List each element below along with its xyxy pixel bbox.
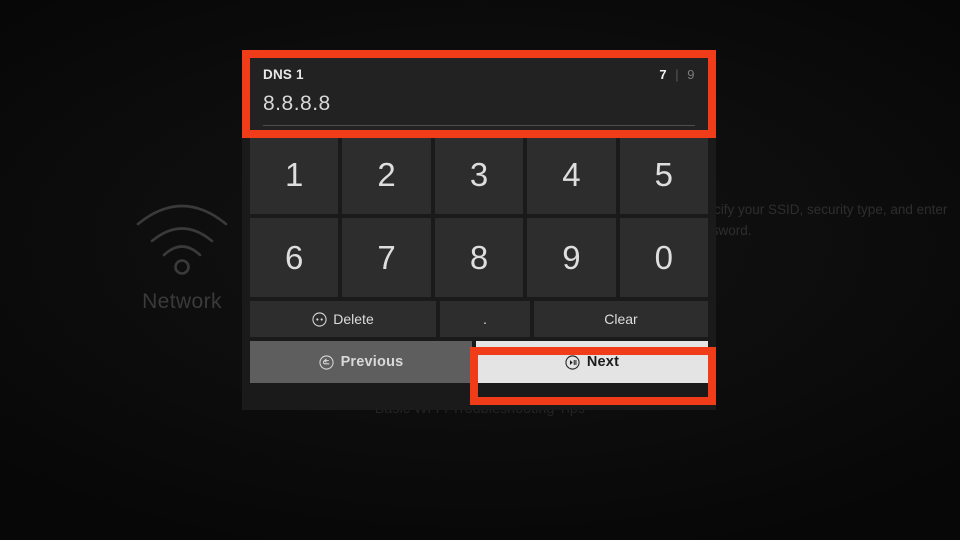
key-6[interactable]: 6 — [250, 218, 339, 297]
network-background-block: Network — [108, 196, 256, 314]
dns-input-value[interactable]: 8.8.8.8 — [263, 92, 695, 121]
field-underline — [263, 125, 695, 126]
delete-button[interactable]: Delete — [250, 301, 436, 337]
delete-label: Delete — [333, 311, 374, 327]
dns-input-field-wrapper: DNS 1 7 | 9 8.8.8.8 — [250, 58, 708, 130]
circle-back-arrow-icon — [318, 354, 334, 370]
field-label: DNS 1 — [263, 67, 304, 82]
step-separator: | — [675, 67, 680, 82]
key-3[interactable]: 3 — [434, 135, 524, 214]
dns-keypad-dialog: DNS 1 7 | 9 8.8.8.8 1 2 3 4 5 6 7 8 9 0 … — [242, 50, 716, 410]
dns-input-field[interactable]: DNS 1 7 | 9 8.8.8.8 — [250, 58, 708, 130]
key-7[interactable]: 7 — [342, 218, 431, 297]
key-2[interactable]: 2 — [342, 135, 431, 214]
background-description: Specify your SSID, security type, and en… — [690, 202, 948, 238]
field-header: DNS 1 7 | 9 — [263, 67, 695, 87]
key-9[interactable]: 9 — [527, 218, 616, 297]
wifi-icon — [136, 204, 228, 275]
circle-play-pause-icon — [565, 354, 580, 370]
keypad-row-2: 6 7 8 9 0 — [250, 218, 709, 297]
tv-network-setup-screen: Network Specify your SSID, security type… — [0, 0, 960, 540]
dot-key[interactable]: . — [440, 301, 530, 337]
circle-dots-icon — [312, 311, 327, 327]
step-total: 9 — [687, 67, 695, 82]
key-4[interactable]: 4 — [527, 135, 616, 214]
previous-label: Previous — [340, 354, 404, 370]
key-1[interactable]: 1 — [250, 135, 339, 214]
step-current: 7 — [659, 67, 668, 82]
clear-button[interactable]: Clear — [534, 301, 708, 337]
dialog-nav-row: Previous Next — [250, 341, 708, 383]
next-button[interactable]: Next — [476, 341, 708, 383]
keypad-row-1: 1 2 3 4 5 — [250, 135, 709, 214]
key-5[interactable]: 5 — [619, 135, 709, 214]
key-8[interactable]: 8 — [434, 218, 524, 297]
previous-button[interactable]: Previous — [250, 341, 472, 383]
keypad-action-row: Delete . Clear — [250, 301, 708, 337]
step-indicator: 7 | 9 — [659, 67, 695, 82]
next-label: Next — [586, 354, 620, 370]
network-label: Network — [142, 290, 222, 313]
key-0[interactable]: 0 — [619, 218, 709, 297]
